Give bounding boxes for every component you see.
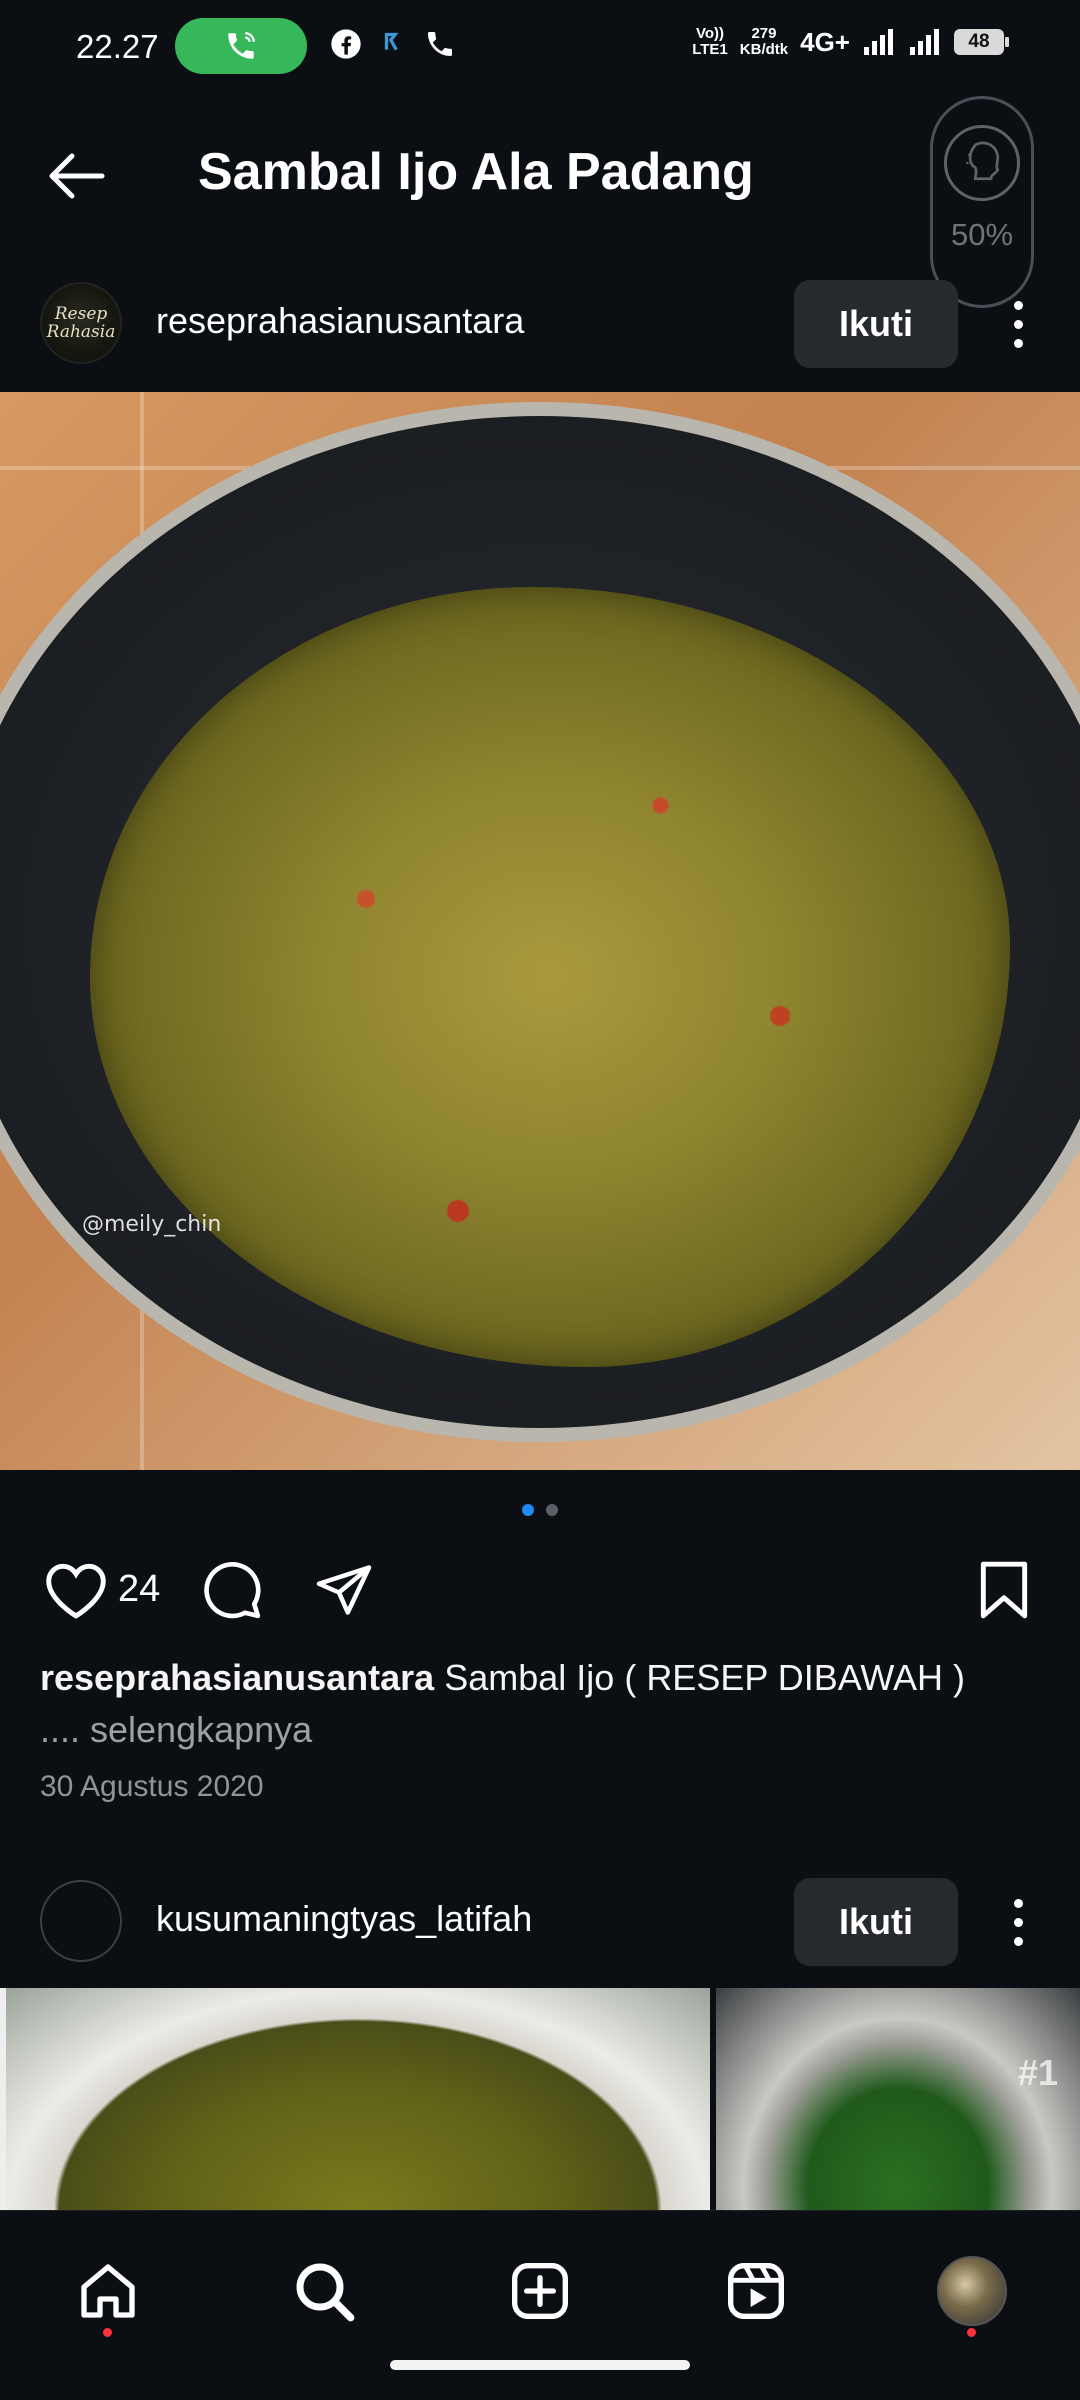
network-type: 4G+ <box>800 26 850 57</box>
heart-icon <box>46 1563 106 1619</box>
avatar-logo-text: Resep Rahasia <box>46 304 116 342</box>
network-speed: 279 KB/dtk <box>740 26 788 58</box>
profile-avatar <box>937 2256 1007 2326</box>
zoom-level: 50% <box>950 217 1014 252</box>
follow-button[interactable]: Ikuti <box>794 280 958 368</box>
signal-icon <box>864 29 893 55</box>
face-icon <box>944 125 1020 201</box>
facebook-icon <box>330 28 362 60</box>
more-options-icon[interactable] <box>998 284 1038 364</box>
post-header: Resep Rahasia reseprahasianusantara Ikut… <box>0 270 1080 370</box>
search-icon <box>296 2263 355 2322</box>
post-caption[interactable]: reseprahasianusantara Sambal Ijo ( RESEP… <box>40 1652 1050 1756</box>
volte-indicator: Vo)) LTE1 <box>692 26 728 58</box>
home-gesture-bar[interactable] <box>390 2360 690 2370</box>
post-header-2: kusumaningtyas_latifah Ikuti <box>0 1868 1080 1968</box>
post-image[interactable]: @meily_chin <box>0 392 1080 1470</box>
carousel-dot-active <box>522 1504 534 1516</box>
speed-unit: KB/dtk <box>739 41 789 58</box>
nav-search[interactable] <box>284 2251 364 2331</box>
app-notification-icon <box>380 28 406 54</box>
like-count[interactable]: 24 <box>118 1568 160 1611</box>
post-username-2[interactable]: kusumaningtyas_latifah <box>156 1898 532 1940</box>
home-icon <box>81 2264 135 2318</box>
phone-call-icon <box>228 32 255 59</box>
caption-username[interactable]: reseprahasianusantara <box>40 1657 434 1698</box>
post-image-3[interactable]: #1 <box>716 1988 1080 2210</box>
avatar[interactable]: Resep Rahasia <box>40 282 122 364</box>
comment-icon <box>204 1562 261 1619</box>
signal-icon-2 <box>910 29 939 55</box>
status-bar: 22.27 Vo)) LTE1 279 KB/dtk 4G+ 48 <box>0 0 1080 96</box>
reels-icon <box>728 2263 784 2319</box>
page-title: Sambal Ijo Ala Padang <box>198 143 754 201</box>
see-more-link[interactable]: .... selengkapnya <box>40 1704 1050 1756</box>
caption-text: Sambal Ijo ( RESEP DIBAWAH ) <box>444 1657 966 1698</box>
save-button[interactable] <box>968 1556 1040 1624</box>
bottom-navigation <box>0 2210 1080 2400</box>
carousel-indicator <box>0 1504 1080 1516</box>
back-button[interactable] <box>40 140 112 212</box>
post-username[interactable]: reseprahasianusantara <box>156 300 524 342</box>
phone-icon <box>424 28 456 60</box>
comment-button[interactable] <box>196 1556 268 1624</box>
more-options-icon-2[interactable] <box>998 1882 1038 1962</box>
post-date: 30 Agustus 2020 <box>40 1770 264 1803</box>
battery-icon: 48 <box>954 29 1009 55</box>
image-tag: #1 <box>1017 2052 1058 2093</box>
profile-notification-dot <box>967 2328 976 2337</box>
arrow-left-icon <box>49 153 105 199</box>
nav-create[interactable] <box>500 2251 580 2331</box>
like-button[interactable] <box>40 1556 112 1624</box>
carousel-dot <box>546 1504 558 1516</box>
ongoing-call-pill[interactable] <box>175 18 307 74</box>
speed-value: 279 <box>751 25 777 42</box>
bookmark-icon <box>980 1561 1028 1619</box>
avatar-2[interactable] <box>40 1880 122 1962</box>
send-icon <box>316 1565 372 1615</box>
share-button[interactable] <box>308 1556 380 1624</box>
volte-label: Vo)) <box>695 25 725 42</box>
nav-reels[interactable] <box>716 2251 796 2331</box>
lte-label: LTE1 <box>692 41 728 58</box>
nav-profile[interactable] <box>932 2251 1012 2337</box>
create-icon <box>512 2263 568 2319</box>
nav-home[interactable] <box>68 2251 148 2337</box>
status-time: 22.27 <box>76 28 159 65</box>
follow-button-2[interactable]: Ikuti <box>794 1878 958 1966</box>
image-watermark: @meily_chin <box>82 1212 222 1237</box>
notification-dot <box>103 2328 112 2337</box>
status-right-group: Vo)) LTE1 279 KB/dtk 4G+ 48 <box>692 26 1009 58</box>
post-image-2[interactable] <box>0 1988 710 2210</box>
